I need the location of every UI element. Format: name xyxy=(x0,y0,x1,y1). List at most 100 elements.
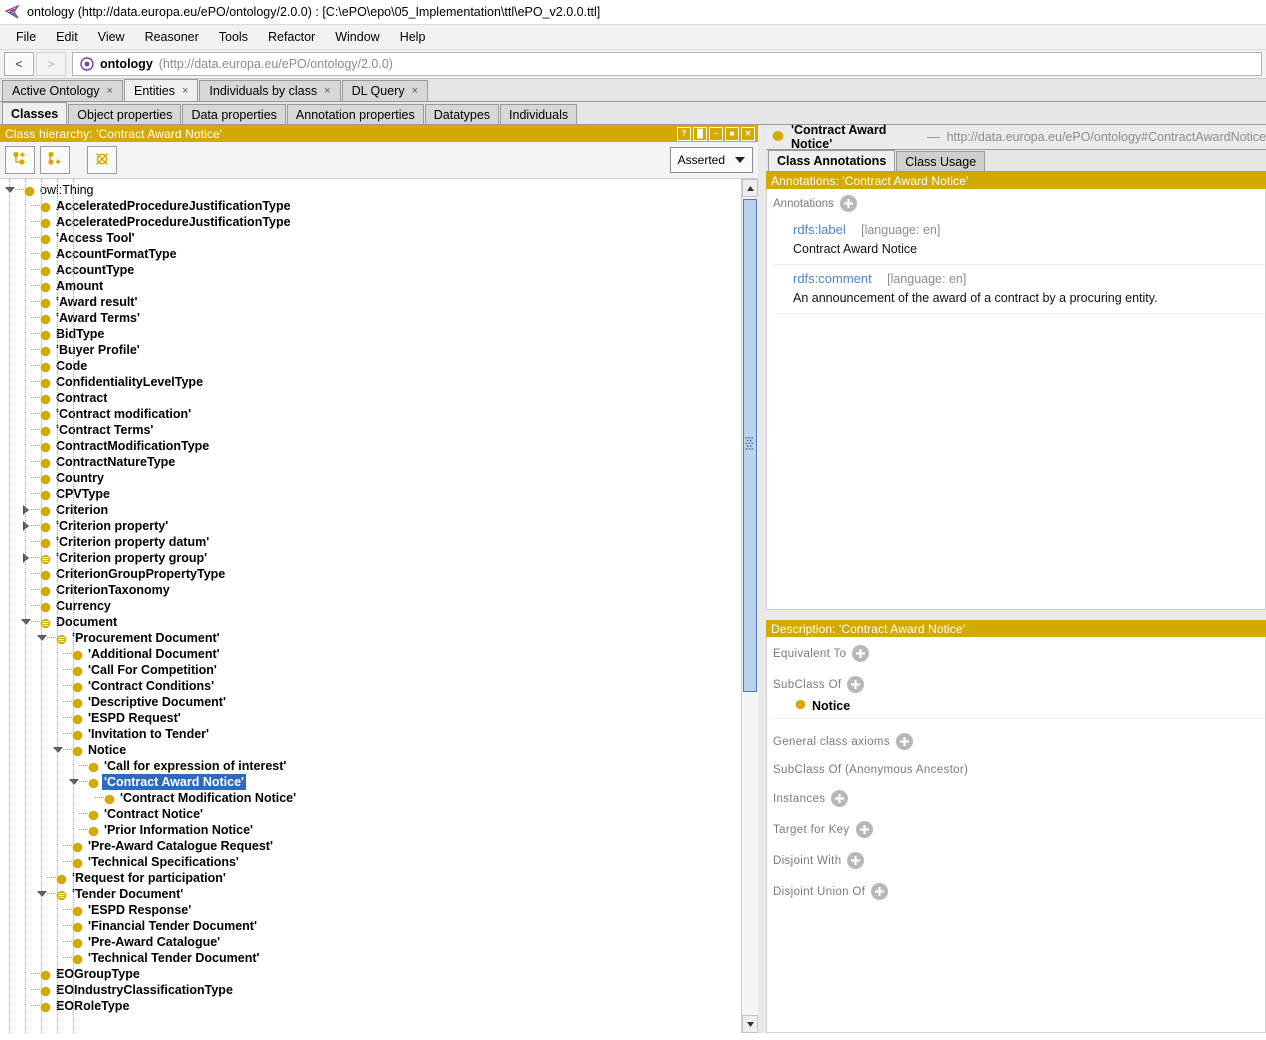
class-tree-item[interactable]: AcceleratedProcedureJustificationType xyxy=(0,198,741,214)
class-tree-item[interactable]: 'Procurement Document' xyxy=(0,630,741,646)
class-tree-item[interactable]: 'Contract Conditions' xyxy=(0,678,741,694)
class-tree-item[interactable]: 'Technical Specifications' xyxy=(0,854,741,870)
add-sibling-class-button[interactable] xyxy=(40,146,70,174)
class-tree-item[interactable]: Code xyxy=(0,358,741,374)
close-icon[interactable]: × xyxy=(107,85,113,97)
class-tree-item[interactable]: 'Invitation to Tender' xyxy=(0,726,741,742)
tab-object-properties[interactable]: Object properties xyxy=(68,104,182,124)
tab-active-ontology[interactable]: Active Ontology × xyxy=(2,80,123,101)
class-tree-item[interactable]: 'Prior Information Notice' xyxy=(0,822,741,838)
close-icon[interactable]: × xyxy=(412,85,418,97)
class-tree-scrollbar[interactable] xyxy=(741,179,758,1033)
annotation-row[interactable]: rdfs:comment [language: en] An announcem… xyxy=(773,265,1265,314)
class-tree-item[interactable]: 'Criterion property' xyxy=(0,518,741,534)
class-tree-item[interactable]: 'Call For Competition' xyxy=(0,662,741,678)
class-tree-item[interactable]: 'Buyer Profile' xyxy=(0,342,741,358)
class-tree-item[interactable]: Document xyxy=(0,614,741,630)
tab-individuals[interactable]: Individuals xyxy=(500,104,578,124)
class-tree-item[interactable]: 'Award Terms' xyxy=(0,310,741,326)
class-tree-item[interactable]: ConfidentialityLevelType xyxy=(0,374,741,390)
tab-data-properties[interactable]: Data properties xyxy=(182,104,286,124)
tab-entities[interactable]: Entities × xyxy=(123,79,199,101)
class-tree-item[interactable]: EORoleType xyxy=(0,998,741,1014)
class-tree-item[interactable]: Notice xyxy=(0,742,741,758)
scroll-up-arrow[interactable] xyxy=(742,179,758,197)
class-tree-item[interactable]: Contract xyxy=(0,390,741,406)
minimize-button[interactable]: – xyxy=(709,126,723,141)
class-tree-item[interactable]: 'Request for participation' xyxy=(0,870,741,886)
delete-class-button[interactable] xyxy=(87,146,117,174)
add-general-class-axioms-button[interactable] xyxy=(895,733,913,750)
help-button[interactable]: ? xyxy=(677,126,691,141)
class-tree-item[interactable]: AcceleratedProcedureJustificationType xyxy=(0,214,741,230)
nav-back-button[interactable]: < xyxy=(4,52,34,76)
class-tree-item[interactable]: BidType xyxy=(0,326,741,342)
class-tree-item[interactable]: 'Contract Modification Notice' xyxy=(0,790,741,806)
scrollbar-track[interactable] xyxy=(742,197,758,1015)
class-tree-item[interactable]: 'Pre-Award Catalogue' xyxy=(0,934,741,950)
reasoner-view-dropdown[interactable]: Asserted xyxy=(669,147,753,173)
annotation-key[interactable]: rdfs:comment xyxy=(793,271,872,286)
menu-tools[interactable]: Tools xyxy=(209,27,258,47)
class-tree-item[interactable]: 'Contract modification' xyxy=(0,406,741,422)
menu-help[interactable]: Help xyxy=(390,27,436,47)
maximize-button[interactable]: ■ xyxy=(725,126,739,141)
tab-annotation-properties[interactable]: Annotation properties xyxy=(286,104,424,124)
class-tree-item[interactable]: 'ESPD Request' xyxy=(0,710,741,726)
class-tree-item[interactable]: 'Tender Document' xyxy=(0,886,741,902)
add-subclass-of-button[interactable] xyxy=(847,676,865,693)
add-disjoint-union-of-button[interactable] xyxy=(871,883,889,900)
class-tree-item[interactable]: 'Criterion property datum' xyxy=(0,534,741,550)
class-tree-item[interactable]: 'Financial Tender Document' xyxy=(0,918,741,934)
pane-splitter[interactable] xyxy=(758,125,766,1033)
scrollbar-thumb[interactable] xyxy=(743,199,757,692)
menu-view[interactable]: View xyxy=(88,27,135,47)
nav-forward-button[interactable]: > xyxy=(36,52,66,76)
add-annotation-button[interactable] xyxy=(839,195,857,212)
menu-edit[interactable]: Edit xyxy=(46,27,88,47)
class-tree-item[interactable]: CriterionTaxonomy xyxy=(0,582,741,598)
class-tree-item[interactable]: Currency xyxy=(0,598,741,614)
class-tree-item[interactable]: Country xyxy=(0,470,741,486)
tab-classes[interactable]: Classes xyxy=(2,102,68,124)
add-subclass-button[interactable] xyxy=(5,146,35,174)
class-tree-item[interactable]: 'ESPD Response' xyxy=(0,902,741,918)
tab-class-annotations[interactable]: Class Annotations xyxy=(768,150,896,171)
menu-reasoner[interactable]: Reasoner xyxy=(135,27,209,47)
class-tree-item[interactable]: CPVType xyxy=(0,486,741,502)
class-tree-item[interactable]: 'Contract Award Notice' xyxy=(0,774,741,790)
active-ontology-field[interactable]: ontology (http://data.europa.eu/ePO/onto… xyxy=(72,52,1262,76)
add-target-for-key-button[interactable] xyxy=(855,821,873,838)
class-tree-item[interactable]: AccountType xyxy=(0,262,741,278)
class-tree-item[interactable]: 'Additional Document' xyxy=(0,646,741,662)
class-tree-item[interactable]: 'Contract Notice' xyxy=(0,806,741,822)
class-tree-item[interactable]: ContractModificationType xyxy=(0,438,741,454)
class-tree-item[interactable]: 'Pre-Award Catalogue Request' xyxy=(0,838,741,854)
class-tree-item[interactable]: Criterion xyxy=(0,502,741,518)
annotation-key[interactable]: rdfs:label xyxy=(793,222,846,237)
class-tree-item[interactable]: 'Call for expression of interest' xyxy=(0,758,741,774)
class-tree-item[interactable]: Amount xyxy=(0,278,741,294)
add-instances-button[interactable] xyxy=(831,790,849,807)
class-tree-item[interactable]: CriterionGroupPropertyType xyxy=(0,566,741,582)
close-icon[interactable]: × xyxy=(324,85,330,97)
menu-refactor[interactable]: Refactor xyxy=(258,27,325,47)
close-icon[interactable]: × xyxy=(182,85,188,97)
class-tree-item[interactable]: 'Contract Terms' xyxy=(0,422,741,438)
menu-file[interactable]: File xyxy=(6,27,46,47)
annotation-row[interactable]: rdfs:label [language: en] Contract Award… xyxy=(773,216,1265,265)
split-button[interactable]: ▐▌ xyxy=(693,126,707,141)
class-tree-item[interactable]: EOGroupType xyxy=(0,966,741,982)
tab-class-usage[interactable]: Class Usage xyxy=(896,151,986,171)
class-tree-item[interactable]: 'Technical Tender Document' xyxy=(0,950,741,966)
class-tree-item[interactable]: EOIndustryClassificationType xyxy=(0,982,741,998)
panel-divider[interactable] xyxy=(766,610,1266,620)
class-tree-item[interactable]: 'Criterion property group' xyxy=(0,550,741,566)
tab-datatypes[interactable]: Datatypes xyxy=(424,104,500,124)
menu-window[interactable]: Window xyxy=(325,27,389,47)
scroll-down-arrow[interactable] xyxy=(742,1015,758,1033)
class-tree-item[interactable]: AccountFormatType xyxy=(0,246,741,262)
tab-dl-query[interactable]: DL Query × xyxy=(341,80,429,101)
class-tree-item[interactable]: ContractNatureType xyxy=(0,454,741,470)
class-tree-item[interactable]: owl:Thing xyxy=(0,182,741,198)
